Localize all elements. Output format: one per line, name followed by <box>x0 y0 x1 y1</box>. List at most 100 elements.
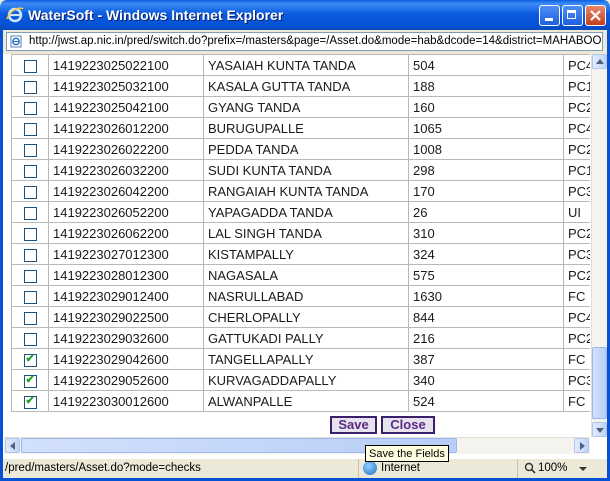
page-viewport: 1419223025022100 YASAIAH KUNTA TANDA 504 PC… <box>0 54 610 459</box>
chevron-left-icon <box>10 442 15 450</box>
row-checkbox[interactable] <box>23 311 37 325</box>
habitation-name: NASRULLABAD <box>203 285 409 307</box>
habitation-code: 1419223028012300 <box>48 264 204 286</box>
checkbox-cell <box>11 264 49 286</box>
row-checkbox[interactable]: ✔ <box>23 395 37 409</box>
scroll-down-button[interactable] <box>592 422 607 437</box>
save-button[interactable]: Save <box>330 416 377 434</box>
row-checkbox[interactable] <box>23 227 37 241</box>
population-value: 310 <box>408 222 564 244</box>
row-checkbox[interactable] <box>23 290 37 304</box>
checkbox-cell: ✔ <box>11 348 49 370</box>
habitation-table: 1419223025022100 YASAIAH KUNTA TANDA 504 PC… <box>11 54 590 412</box>
checkbox-cell <box>11 96 49 118</box>
row-checkbox[interactable] <box>23 164 37 178</box>
checkbox-cell <box>11 285 49 307</box>
status-code: PC2 <box>563 327 590 349</box>
table-row: 1419223029022500CHERLOPALLY844PC4 <box>11 306 590 328</box>
table-row: ✔ 1419223030012600 ALWANPALLE 524 FC <box>11 390 590 412</box>
checkbox-cell <box>11 222 49 244</box>
status-code: UI <box>563 201 590 223</box>
row-checkbox[interactable]: ✔ <box>23 374 37 388</box>
checkbox-cell: ✔ <box>11 369 49 391</box>
row-checkbox[interactable] <box>23 248 37 262</box>
habitation-code: 1419223029022500 <box>48 306 204 328</box>
table-row: 1419223029012400 NASRULLABAD 1630 FC <box>11 285 590 307</box>
habitation-name: BURUGUPALLE <box>203 117 409 139</box>
habitation-name: TANGELLAPALLY <box>203 348 409 370</box>
horizontal-scrollbar[interactable] <box>4 437 590 454</box>
row-checkbox[interactable] <box>23 206 37 220</box>
population-value: 298 <box>408 159 564 181</box>
checkbox-cell <box>11 180 49 202</box>
habitation-name: PEDDA TANDA <box>203 138 409 160</box>
table-row: ✔ 1419223029052600KURVAGADDAPALLY340PC3 <box>11 369 590 391</box>
row-checkbox[interactable] <box>23 143 37 157</box>
minimize-button[interactable] <box>539 5 560 26</box>
table-row: 1419223026042200 RANGAIAH KUNTA TANDA 170 P… <box>11 180 590 202</box>
close-button[interactable]: Close <box>381 416 435 434</box>
habitation-name: KASALA GUTTA TANDA <box>203 75 409 97</box>
checkbox-cell <box>11 306 49 328</box>
row-checkbox[interactable] <box>23 122 37 136</box>
checkbox-cell <box>11 201 49 223</box>
habitation-name: CHERLOPALLY <box>203 306 409 328</box>
status-code: PC4 <box>563 117 590 139</box>
habitation-code: 1419223025032100 <box>48 75 204 97</box>
address-bar: http://jwst.ap.nic.in/pred/switch.do?pre… <box>0 30 610 54</box>
row-checkbox[interactable] <box>23 59 37 73</box>
population-value: 524 <box>408 390 564 412</box>
habitation-code: 1419223025042100 <box>48 96 204 118</box>
table-row: 1419223029032600GATTUKADI PALLY216PC2 <box>11 327 590 349</box>
status-code: PC4 <box>563 306 590 328</box>
table-row: 1419223026022200PEDDA TANDA1008PC2 <box>11 138 590 160</box>
population-value: 1065 <box>408 117 564 139</box>
checkbox-cell <box>11 75 49 97</box>
habitation-code: 1419223029032600 <box>48 327 204 349</box>
row-checkbox[interactable]: ✔ <box>23 353 37 367</box>
table-row: 1419223026032200SUDI KUNTA TANDA298PC1 <box>11 159 590 181</box>
close-window-button[interactable] <box>585 5 606 26</box>
status-text: /pred/masters/Asset.do?mode=checks <box>5 462 201 474</box>
chevron-down-icon <box>579 467 587 471</box>
zoom-control[interactable]: 100% <box>517 459 608 478</box>
scroll-right-button[interactable] <box>574 438 589 453</box>
row-checkbox[interactable] <box>23 185 37 199</box>
population-value: 844 <box>408 306 564 328</box>
zone-label: Internet <box>381 462 420 474</box>
checkbox-cell <box>11 117 49 139</box>
row-checkbox[interactable] <box>23 269 37 283</box>
page-icon <box>10 35 22 48</box>
habitation-code: 1419223029042600 <box>48 348 204 370</box>
status-code: PC2 <box>563 138 590 160</box>
checkbox-cell <box>11 159 49 181</box>
habitation-name: KISTAMPALLY <box>203 243 409 265</box>
minimize-icon <box>545 18 553 21</box>
maximize-button[interactable] <box>562 5 583 26</box>
status-code: PC3 <box>563 243 590 265</box>
vertical-scrollbar[interactable] <box>591 54 607 437</box>
url-field[interactable]: http://jwst.ap.nic.in/pred/switch.do?pre… <box>6 32 603 51</box>
habitation-code: 1419223025022100 <box>48 54 204 76</box>
table-row: 1419223025032100KASALA GUTTA TANDA188PC1 <box>11 75 590 97</box>
table-row: 1419223028012300NAGASALA575PC2 <box>11 264 590 286</box>
status-code: FC <box>563 348 590 370</box>
table-row: 1419223025042100GYANG TANDA160PC2 <box>11 96 590 118</box>
habitation-code: 1419223026052200 <box>48 201 204 223</box>
scroll-left-button[interactable] <box>5 438 20 453</box>
checkbox-cell: ✔ <box>11 390 49 412</box>
globe-icon <box>363 461 377 475</box>
population-value: 170 <box>408 180 564 202</box>
chevron-right-icon <box>580 442 585 450</box>
population-value: 26 <box>408 201 564 223</box>
habitation-name: SUDI KUNTA TANDA <box>203 159 409 181</box>
checkbox-cell <box>11 54 49 76</box>
habitation-code: 1419223026062200 <box>48 222 204 244</box>
status-code: PC1 <box>563 75 590 97</box>
vertical-scroll-thumb[interactable] <box>592 347 607 419</box>
row-checkbox[interactable] <box>23 80 37 94</box>
row-checkbox[interactable] <box>23 332 37 346</box>
url-text: http://jwst.ap.nic.in/pred/switch.do?pre… <box>29 35 603 47</box>
scroll-up-button[interactable] <box>592 54 607 69</box>
row-checkbox[interactable] <box>23 101 37 115</box>
